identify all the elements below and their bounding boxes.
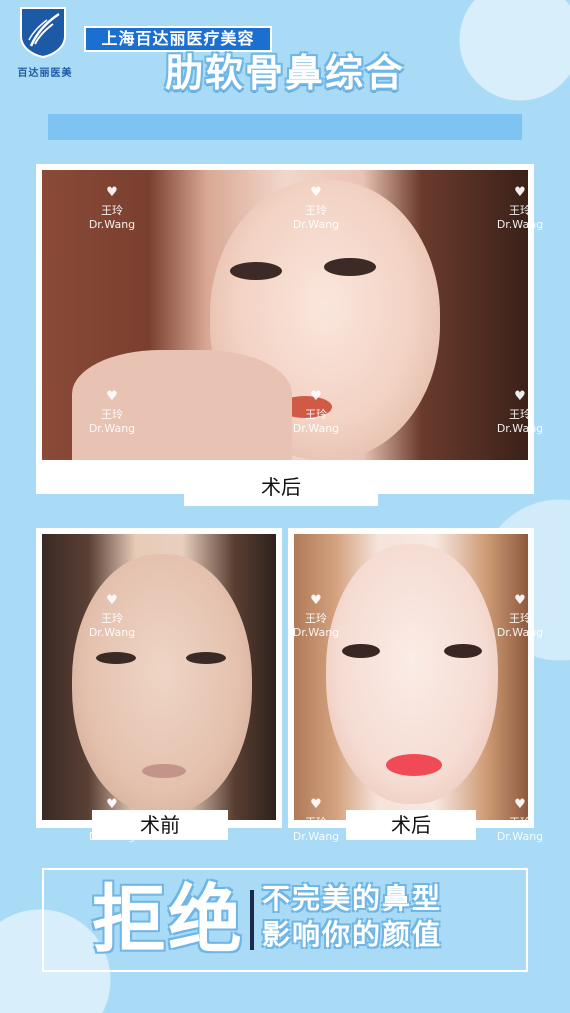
slogan-big: 拒绝 bbox=[92, 877, 244, 963]
watermark-name: 王玲 bbox=[101, 612, 123, 625]
watermark: ♥ 王玲 Dr.Wang bbox=[284, 186, 348, 232]
header-bar bbox=[48, 114, 522, 140]
watermark: ♥ 王玲 Dr.Wang bbox=[80, 186, 144, 232]
watermark-name: 王玲 bbox=[509, 408, 531, 421]
watermark: ♥ 王玲 Dr.Wang bbox=[80, 390, 144, 436]
heart-icon: ♥ bbox=[514, 593, 526, 608]
right-eye bbox=[324, 258, 376, 276]
watermark-name: 王玲 bbox=[305, 408, 327, 421]
clinic-logo: 百达丽医美 bbox=[14, 6, 74, 79]
left-eye bbox=[230, 262, 282, 280]
before-photo-frame bbox=[36, 528, 282, 828]
left-eye bbox=[96, 652, 136, 664]
watermark-name: 王玲 bbox=[509, 612, 531, 625]
heart-icon: ♥ bbox=[106, 185, 118, 200]
watermark-sub: Dr.Wang bbox=[88, 218, 136, 231]
watermark-sub: Dr.Wang bbox=[496, 626, 544, 639]
watermark: ♥ 王玲 Dr.Wang bbox=[488, 594, 552, 640]
watermark-name: 王玲 bbox=[101, 204, 123, 217]
heart-icon: ♥ bbox=[310, 185, 322, 200]
heart-icon: ♥ bbox=[310, 797, 322, 812]
watermark: ♥ 王玲 Dr.Wang bbox=[284, 594, 348, 640]
watermark-sub: Dr.Wang bbox=[496, 830, 544, 843]
right-eye bbox=[186, 652, 226, 664]
watermark-name: 王玲 bbox=[509, 816, 531, 829]
logo-text: 百达丽医美 bbox=[17, 68, 73, 79]
heart-icon: ♥ bbox=[310, 593, 322, 608]
right-eye bbox=[444, 644, 482, 658]
watermark-sub: Dr.Wang bbox=[292, 218, 340, 231]
heart-icon: ♥ bbox=[106, 797, 118, 812]
watermark-sub: Dr.Wang bbox=[88, 422, 136, 435]
lips bbox=[142, 764, 186, 778]
heart-icon: ♥ bbox=[106, 389, 118, 404]
watermark-sub: Dr.Wang bbox=[496, 422, 544, 435]
watermark-sub: Dr.Wang bbox=[292, 830, 340, 843]
watermark: ♥ 王玲 Dr.Wang bbox=[284, 390, 348, 436]
shield-leaf-icon bbox=[20, 7, 66, 58]
watermark-name: 王玲 bbox=[509, 204, 531, 217]
watermark-sub: Dr.Wang bbox=[292, 626, 340, 639]
watermark-sub: Dr.Wang bbox=[88, 830, 136, 843]
watermark: ♥ 王玲 Dr.Wang bbox=[80, 798, 144, 844]
watermark-sub: Dr.Wang bbox=[496, 218, 544, 231]
slogan-line-2: 影响你的颜值 bbox=[262, 918, 443, 951]
heart-icon: ♥ bbox=[514, 185, 526, 200]
watermark-sub: Dr.Wang bbox=[88, 626, 136, 639]
heart-icon: ♥ bbox=[514, 389, 526, 404]
watermark-name: 王玲 bbox=[305, 204, 327, 217]
before-photo bbox=[42, 534, 276, 820]
watermark: ♥ 王玲 Dr.Wang bbox=[488, 390, 552, 436]
watermark-name: 王玲 bbox=[101, 408, 123, 421]
watermark: ♥ 王玲 Dr.Wang bbox=[488, 798, 552, 844]
page-title: 肋软骨鼻综合 bbox=[164, 51, 405, 95]
page-background bbox=[0, 0, 570, 1013]
watermark: ♥ 王玲 Dr.Wang bbox=[80, 594, 144, 640]
watermark-name: 王玲 bbox=[101, 816, 123, 829]
left-eye bbox=[342, 644, 380, 658]
lips bbox=[386, 754, 442, 776]
after-label-top: 术后 bbox=[184, 468, 378, 506]
heart-icon: ♥ bbox=[514, 797, 526, 812]
heart-icon: ♥ bbox=[310, 389, 322, 404]
after-photo-small bbox=[294, 534, 528, 820]
watermark-sub: Dr.Wang bbox=[292, 422, 340, 435]
slogan-line-1: 不完美的鼻型 bbox=[262, 882, 443, 915]
watermark: ♥ 王玲 Dr.Wang bbox=[284, 798, 348, 844]
heart-icon: ♥ bbox=[106, 593, 118, 608]
after-photo-frame bbox=[288, 528, 534, 828]
watermark: ♥ 王玲 Dr.Wang bbox=[488, 186, 552, 232]
slogan-divider bbox=[250, 890, 254, 950]
watermark-name: 王玲 bbox=[305, 612, 327, 625]
watermark-name: 王玲 bbox=[305, 816, 327, 829]
after-label: 术后 bbox=[346, 810, 476, 840]
